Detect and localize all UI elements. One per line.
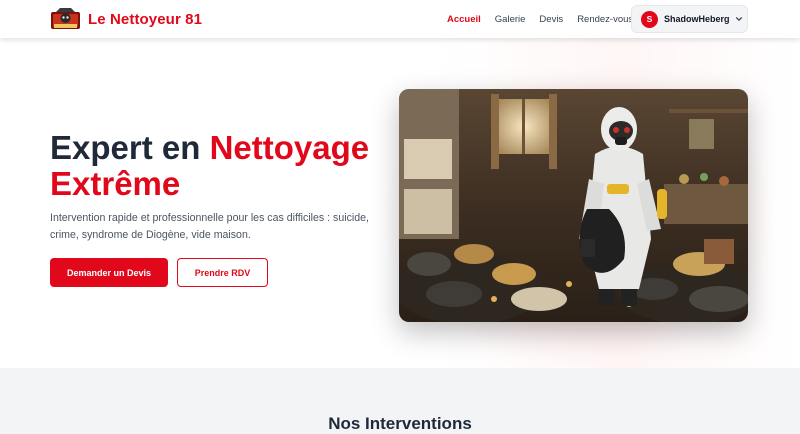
request-quote-button[interactable]: Demander un Devis	[50, 258, 168, 287]
nav-link-galerie[interactable]: Galerie	[495, 14, 526, 25]
hero-image	[399, 89, 748, 322]
interventions-title: Nos Interventions	[328, 414, 472, 433]
nav-link-rendez-vous[interactable]: Rendez-vous	[577, 14, 633, 25]
hero-description: Intervention rapide et professionnelle p…	[50, 212, 369, 241]
username-label: ShadowHeberg	[664, 14, 730, 24]
user-menu-button[interactable]: S ShadowHeberg	[631, 5, 748, 33]
nav-links: Accueil Galerie Devis Rendez-vous	[447, 0, 647, 38]
hero-title-part2: Extrême	[50, 165, 181, 202]
hero-title-accent: Nettoyage	[209, 129, 370, 166]
nav-link-accueil[interactable]: Accueil	[447, 14, 481, 25]
brand-name: Le Nettoyeur 81	[88, 10, 203, 28]
top-navbar: Le Nettoyeur 81 Accueil Galerie Devis Re…	[0, 0, 800, 38]
hazmat-cleaner-illustration	[399, 89, 748, 322]
hero-title-part1: Expert en	[50, 129, 210, 166]
avatar: S	[641, 10, 658, 28]
brand-link[interactable]: Le Nettoyeur 81	[50, 7, 202, 31]
nav-link-devis[interactable]: Devis	[539, 14, 563, 25]
hero-title: Expert en Nettoyage Extrême	[50, 130, 390, 202]
hero-section: Expert en Nettoyage Extrême Intervention…	[0, 38, 800, 368]
brand-logo-icon	[51, 8, 80, 29]
chevron-down-icon	[735, 17, 742, 21]
book-appointment-button[interactable]: Prendre RDV	[177, 258, 268, 287]
